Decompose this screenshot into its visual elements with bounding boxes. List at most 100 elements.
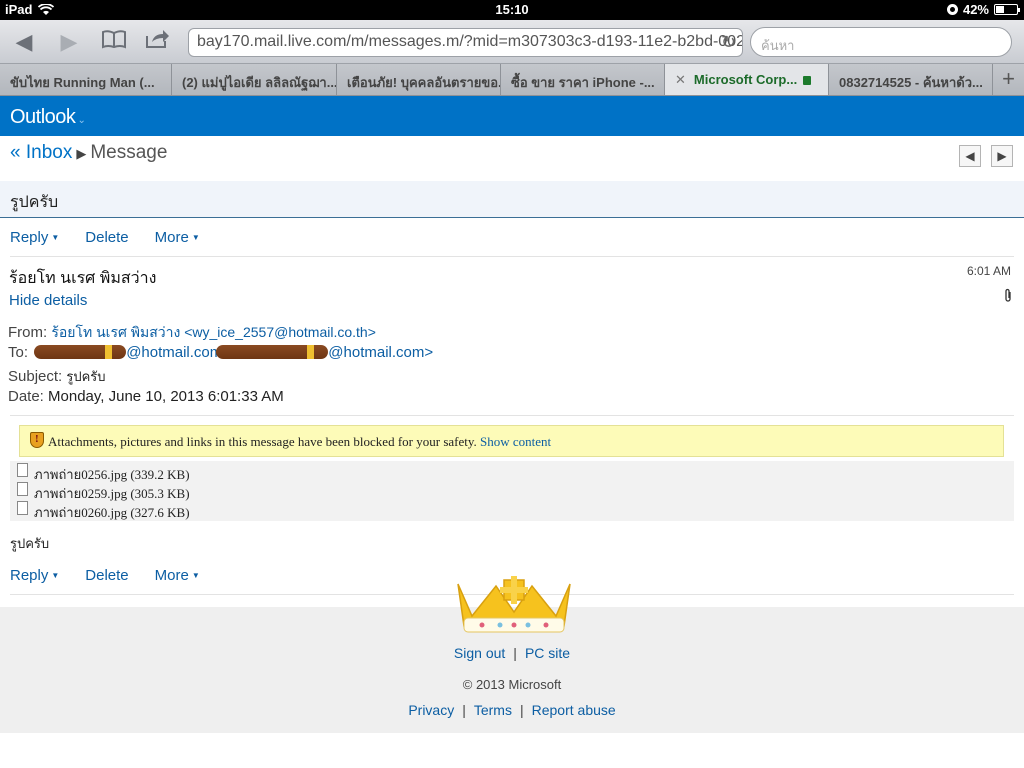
more-button[interactable]: More ▼ (155, 229, 200, 246)
message-actions-bottom: Reply ▼ Delete More ▼ (10, 567, 200, 584)
back-icon[interactable]: ◀ (10, 28, 38, 56)
tab-5-active[interactable]: ✕ Microsoft Corp... (665, 64, 829, 95)
next-message-button[interactable]: ▶ (991, 145, 1013, 167)
tab-label: ขับไทย Running Man (... (10, 75, 155, 90)
bookmarks-icon[interactable] (100, 28, 128, 56)
tab-label: (2) แม่ปูไอเดีย ลลิลณัฐฌา... (182, 75, 337, 90)
share-icon[interactable] (143, 28, 171, 56)
file-icon (17, 501, 28, 515)
header-to: To: @hotmail.com @hotmail.com> (8, 344, 433, 361)
subject-label: Subject: (8, 368, 63, 385)
close-tab-icon[interactable]: ✕ (675, 72, 686, 87)
subject-value: รูปครับ (66, 369, 106, 384)
reply-label: Reply (10, 567, 49, 584)
battery-icon (994, 4, 1020, 15)
browser-toolbar: ◀ ▶ bay170.mail.live.com/m/messages.m/?m… (0, 20, 1024, 64)
orientation-lock-icon (946, 4, 958, 15)
url-text: bay170.mail.live.com/m/messages.m/?mid=m… (197, 33, 743, 50)
new-tab-button[interactable]: + (993, 64, 1024, 95)
caret-down-icon: ▼ (191, 233, 200, 242)
reply-label: Reply (10, 229, 49, 246)
date-value: Monday, June 10, 2013 6:01:33 AM (48, 388, 284, 405)
warning-shield-icon (30, 432, 44, 448)
more-label: More (154, 567, 189, 584)
more-button[interactable]: More ▼ (155, 567, 200, 584)
url-bar[interactable]: bay170.mail.live.com/m/messages.m/?mid=m… (188, 28, 743, 57)
outlook-logo[interactable]: Outlook (10, 106, 76, 128)
attachment-name: ภาพถ่าย0260.jpg (327.6 KB) (34, 505, 190, 520)
tab-3[interactable]: เตือนภัย! บุคคลอันตรายขอ... (337, 64, 501, 95)
blocked-notice-text: Attachments, pictures and links in this … (48, 434, 477, 449)
separator: | (519, 702, 524, 718)
previous-message-button[interactable]: ◀ (959, 145, 981, 167)
tab-label: 0832714525 - ค้นหาด้ว... (839, 75, 983, 90)
divider (10, 256, 1014, 257)
inbox-link[interactable]: « Inbox (10, 142, 72, 163)
tab-1[interactable]: ขับไทย Running Man (... (0, 64, 172, 95)
to-label: To: (8, 344, 29, 361)
footer-links-bottom: Privacy | Terms | Report abuse (0, 702, 1024, 718)
reply-button[interactable]: Reply ▼ (10, 229, 59, 246)
attachment-list: ภาพถ่าย0256.jpg (339.2 KB) ภาพถ่าย0259.j… (10, 461, 1014, 521)
blocked-content-notice: Attachments, pictures and links in this … (19, 425, 1004, 457)
sign-out-link[interactable]: Sign out (454, 645, 505, 661)
ios-status-bar: iPad 15:10 42% (0, 0, 1024, 20)
more-label: More (154, 229, 189, 246)
terms-link[interactable]: Terms (474, 702, 512, 718)
caret-down-icon: ▼ (191, 571, 200, 580)
breadcrumb: « Inbox ▶ Message (10, 142, 167, 164)
divider (10, 415, 1014, 416)
redacted-mark (216, 345, 329, 360)
sender-name: ร้อยโท นเรศ พิมสว่าง (9, 270, 157, 287)
tab-label: Microsoft Corp... (693, 72, 798, 87)
attachment-item[interactable]: ภาพถ่าย0256.jpg (339.2 KB) (10, 461, 1014, 482)
header-from: From: ร้อยโท นเรศ พิมสว่าง <wy_ice_2557@… (8, 322, 376, 344)
to-address-link[interactable]: @hotmail.com> (328, 344, 433, 361)
from-address-link[interactable]: ร้อยโท นเรศ พิมสว่าง <wy_ice_2557@hotmai… (51, 324, 376, 340)
header-subject: Subject: รูปครับ (8, 366, 106, 387)
attachment-item[interactable]: ภาพถ่าย0259.jpg (305.3 KB) (10, 480, 1014, 501)
tab-label: เตือนภัย! บุคคลอันตรายขอ... (347, 75, 501, 90)
message-actions-top: Reply ▼ Delete More ▼ (10, 229, 200, 246)
from-label: From: (8, 324, 48, 341)
search-input[interactable]: ค้นหา (750, 27, 1012, 57)
chevron-down-icon[interactable]: ⌄ (77, 115, 85, 126)
delete-button[interactable]: Delete (85, 229, 128, 246)
reply-button[interactable]: Reply ▼ (10, 567, 59, 584)
battery-percent: 42% (962, 2, 989, 17)
file-icon (17, 463, 28, 477)
to-address-link[interactable]: @hotmail.com (126, 344, 222, 361)
delete-button[interactable]: Delete (85, 567, 128, 584)
breadcrumb-current: Message (90, 142, 168, 163)
paperclip-icon (1004, 288, 1012, 305)
caret-down-icon: ▼ (51, 571, 60, 580)
pc-site-link[interactable]: PC site (525, 645, 570, 661)
attachment-item[interactable]: ภาพถ่าย0260.jpg (327.6 KB) (10, 499, 1014, 520)
tab-4[interactable]: ซื้อ ขาย ราคา iPhone -... (501, 64, 665, 95)
separator: | (513, 645, 517, 661)
message-body: รูปครับ (10, 536, 50, 551)
caret-down-icon: ▼ (51, 233, 60, 242)
report-abuse-link[interactable]: Report abuse (532, 702, 616, 718)
message-time: 6:01 AM (966, 264, 1011, 278)
status-time: 15:10 (495, 2, 529, 17)
hide-details-link[interactable]: Hide details (9, 292, 87, 309)
footer-links-top: Sign out | PC site (0, 645, 1024, 661)
show-content-link[interactable]: Show content (480, 434, 551, 449)
privacy-link[interactable]: Privacy (408, 702, 454, 718)
file-icon (17, 482, 28, 496)
separator: | (462, 702, 466, 718)
tab-strip: ขับไทย Running Man (... (2) แม่ปูไอเดีย … (0, 64, 1024, 96)
crown-icon (457, 576, 571, 633)
header-date: Date: Monday, June 10, 2013 6:01:33 AM (8, 388, 284, 405)
tab-label: ซื้อ ขาย ราคา iPhone -... (511, 75, 655, 90)
reload-icon[interactable]: ↻ (721, 32, 736, 53)
tab-6[interactable]: 0832714525 - ค้นหาด้ว... (829, 64, 993, 95)
redacted-mark (34, 345, 127, 360)
date-label: Date: (8, 388, 44, 405)
outlook-header: Outlook ⌄ (0, 96, 1024, 136)
copyright-text: © 2013 Microsoft (462, 677, 562, 692)
tab-2[interactable]: (2) แม่ปูไอเดีย ลลิลณัฐฌา... (172, 64, 337, 95)
subject-title: รูปครับ (0, 181, 1024, 218)
forward-icon[interactable]: ▶ (55, 28, 83, 56)
